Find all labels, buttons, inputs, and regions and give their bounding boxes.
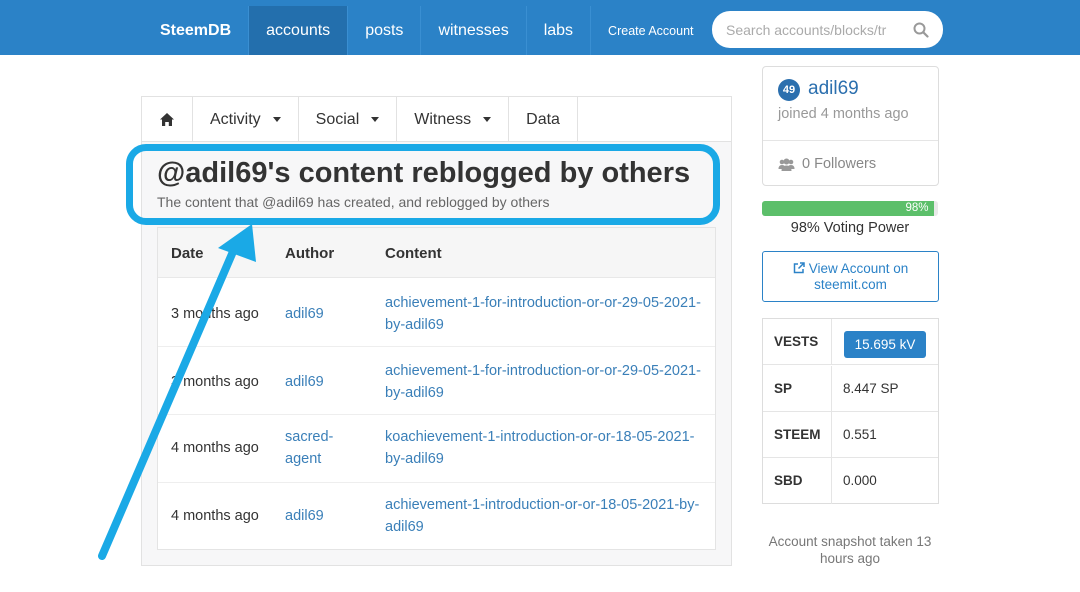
wallet-key: SBD bbox=[774, 473, 803, 488]
nav-items: SteemDB accounts posts witnesses labs Cr… bbox=[143, 6, 711, 55]
table-row: 3 months ago adil69 achievement-1-for-in… bbox=[158, 347, 715, 415]
wallet-row-sbd: SBD 0.000 bbox=[763, 458, 938, 504]
profile-username-link[interactable]: adil69 bbox=[808, 78, 859, 100]
voting-power-fill: 98% bbox=[762, 201, 935, 216]
wallet-table: VESTS 15.695 kV SP 8.447 SP STEEM 0.551 … bbox=[762, 318, 939, 504]
reblog-table: Date Author Content 3 months ago adil69 … bbox=[157, 227, 716, 550]
wallet-key: STEEM bbox=[774, 427, 821, 442]
subnav-witness-label: Witness bbox=[414, 110, 472, 128]
nav-labs[interactable]: labs bbox=[527, 6, 592, 55]
nav-posts[interactable]: posts bbox=[348, 6, 422, 55]
wallet-value: 8.447 SP bbox=[843, 381, 899, 396]
row-author-link[interactable]: adil69 bbox=[285, 505, 355, 527]
search-input[interactable] bbox=[726, 21, 911, 38]
row-date: 3 months ago bbox=[171, 306, 259, 322]
row-content-link[interactable]: koachievement-1-introduction-or-or-18-05… bbox=[385, 426, 705, 470]
row-date: 4 months ago bbox=[171, 508, 259, 524]
subnav-activity-label: Activity bbox=[210, 110, 261, 128]
followers-link[interactable]: 0 Followers bbox=[778, 156, 876, 172]
subnav-home[interactable] bbox=[142, 97, 193, 142]
row-content-link[interactable]: achievement-1-for-introduction-or-or-29-… bbox=[385, 292, 705, 336]
search-box bbox=[712, 11, 943, 48]
users-icon bbox=[778, 158, 795, 171]
row-author-link[interactable]: adil69 bbox=[285, 371, 355, 393]
brand-link[interactable]: SteemDB bbox=[143, 6, 250, 55]
row-author-link[interactable]: adil69 bbox=[285, 303, 355, 325]
subnav-witness[interactable]: Witness bbox=[397, 97, 510, 142]
account-subnav: Activity Social Witness Data bbox=[142, 97, 731, 142]
table-row: 3 months ago adil69 achievement-1-for-in… bbox=[158, 279, 715, 347]
wallet-row-vests: VESTS 15.695 kV bbox=[763, 319, 938, 365]
external-link-icon bbox=[793, 262, 805, 274]
header-date: Date bbox=[171, 245, 204, 262]
row-content-link[interactable]: achievement-1-introduction-or-or-18-05-2… bbox=[385, 494, 705, 538]
table-row: 4 months ago adil69 achievement-1-introd… bbox=[158, 483, 715, 551]
view-account-button[interactable]: View Account on steemit.com bbox=[762, 251, 939, 302]
nav-witnesses[interactable]: witnesses bbox=[421, 6, 527, 55]
wallet-value: 0.551 bbox=[843, 427, 877, 442]
snapshot-note: Account snapshot taken 13 hours ago bbox=[768, 534, 932, 566]
subnav-activity[interactable]: Activity bbox=[193, 97, 299, 142]
subnav-social-label: Social bbox=[315, 110, 360, 128]
wallet-key: SP bbox=[774, 381, 793, 396]
nav-create-account[interactable]: Create Account bbox=[591, 6, 710, 55]
view-account-line2: steemit.com bbox=[814, 277, 887, 292]
divider bbox=[831, 412, 832, 458]
followers-label: 0 Followers bbox=[802, 156, 877, 172]
header-author: Author bbox=[285, 245, 335, 262]
divider bbox=[831, 458, 832, 504]
voting-power-bar: 98% bbox=[762, 201, 938, 216]
caret-down-icon bbox=[483, 117, 492, 122]
caret-down-icon bbox=[371, 117, 380, 122]
header-content: Content bbox=[385, 245, 442, 262]
voting-power-label: 98% Voting Power bbox=[790, 220, 910, 236]
row-author-link[interactable]: sacred-agent bbox=[285, 426, 355, 470]
table-header: Date Author Content bbox=[158, 228, 715, 278]
row-date: 3 months ago bbox=[171, 374, 259, 390]
highlight-box bbox=[126, 144, 720, 225]
subnav-data[interactable]: Data bbox=[509, 97, 578, 142]
divider bbox=[763, 140, 938, 141]
top-navbar: SteemDB accounts posts witnesses labs Cr… bbox=[0, 0, 1080, 55]
joined-text: joined 4 months ago bbox=[778, 106, 909, 122]
table-row: 4 months ago sacred-agent koachievement-… bbox=[158, 415, 715, 483]
wallet-row-steem: STEEM 0.551 bbox=[763, 412, 938, 458]
wallet-row-sp: SP 8.447 SP bbox=[763, 366, 938, 412]
profile-card: 49 adil69 joined 4 months ago 0 Follower… bbox=[762, 66, 939, 186]
view-account-line1: View Account on bbox=[808, 261, 909, 276]
row-date: 4 months ago bbox=[171, 440, 259, 456]
home-icon bbox=[160, 113, 174, 126]
reputation-badge: 49 bbox=[778, 79, 800, 101]
subnav-data-label: Data bbox=[526, 110, 560, 128]
wallet-key: VESTS bbox=[774, 334, 819, 349]
subnav-social[interactable]: Social bbox=[299, 97, 398, 142]
divider bbox=[831, 366, 832, 412]
wallet-value: 0.000 bbox=[843, 473, 877, 488]
row-content-link[interactable]: achievement-1-for-introduction-or-or-29-… bbox=[385, 360, 705, 404]
nav-accounts[interactable]: accounts bbox=[249, 6, 349, 55]
search-icon[interactable] bbox=[913, 22, 929, 38]
divider bbox=[831, 319, 832, 365]
vests-button[interactable]: 15.695 kV bbox=[844, 331, 926, 358]
caret-down-icon bbox=[272, 117, 281, 122]
